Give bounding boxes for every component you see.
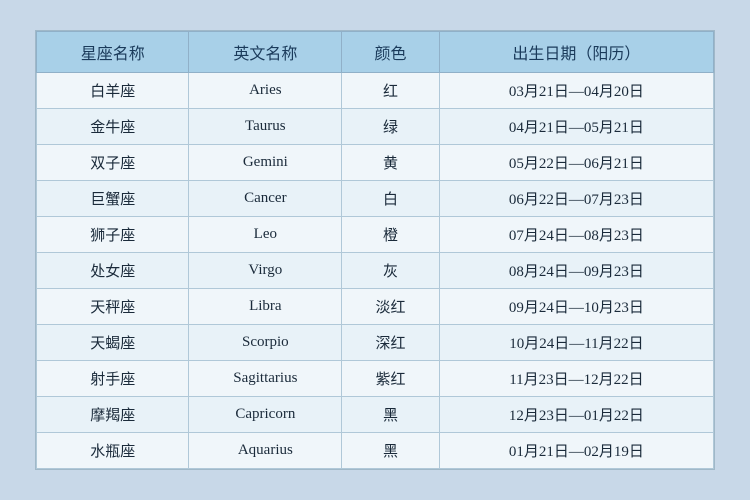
cell-dates: 05月22日—06月21日 bbox=[439, 145, 713, 181]
cell-chinese-name: 狮子座 bbox=[37, 217, 189, 253]
cell-english-name: Gemini bbox=[189, 145, 342, 181]
cell-dates: 06月22日—07月23日 bbox=[439, 181, 713, 217]
cell-english-name: Leo bbox=[189, 217, 342, 253]
header-chinese-name: 星座名称 bbox=[37, 32, 189, 73]
cell-english-name: Aquarius bbox=[189, 433, 342, 469]
zodiac-table: 星座名称 英文名称 颜色 出生日期（阳历） 白羊座Aries红03月21日—04… bbox=[36, 31, 714, 469]
cell-english-name: Libra bbox=[189, 289, 342, 325]
table-row: 摩羯座Capricorn黑12月23日—01月22日 bbox=[37, 397, 714, 433]
cell-color: 白 bbox=[342, 181, 440, 217]
cell-dates: 03月21日—04月20日 bbox=[439, 73, 713, 109]
cell-color: 红 bbox=[342, 73, 440, 109]
cell-english-name: Scorpio bbox=[189, 325, 342, 361]
cell-color: 淡红 bbox=[342, 289, 440, 325]
cell-dates: 04月21日—05月21日 bbox=[439, 109, 713, 145]
table-row: 射手座Sagittarius紫红11月23日—12月22日 bbox=[37, 361, 714, 397]
table-body: 白羊座Aries红03月21日—04月20日金牛座Taurus绿04月21日—0… bbox=[37, 73, 714, 469]
header-color: 颜色 bbox=[342, 32, 440, 73]
cell-color: 黄 bbox=[342, 145, 440, 181]
zodiac-table-container: 星座名称 英文名称 颜色 出生日期（阳历） 白羊座Aries红03月21日—04… bbox=[35, 30, 715, 470]
cell-english-name: Aries bbox=[189, 73, 342, 109]
table-row: 白羊座Aries红03月21日—04月20日 bbox=[37, 73, 714, 109]
cell-color: 绿 bbox=[342, 109, 440, 145]
cell-chinese-name: 射手座 bbox=[37, 361, 189, 397]
cell-english-name: Sagittarius bbox=[189, 361, 342, 397]
cell-english-name: Taurus bbox=[189, 109, 342, 145]
table-row: 金牛座Taurus绿04月21日—05月21日 bbox=[37, 109, 714, 145]
cell-chinese-name: 巨蟹座 bbox=[37, 181, 189, 217]
cell-chinese-name: 白羊座 bbox=[37, 73, 189, 109]
cell-dates: 08月24日—09月23日 bbox=[439, 253, 713, 289]
cell-color: 橙 bbox=[342, 217, 440, 253]
cell-dates: 11月23日—12月22日 bbox=[439, 361, 713, 397]
cell-english-name: Capricorn bbox=[189, 397, 342, 433]
cell-dates: 09月24日—10月23日 bbox=[439, 289, 713, 325]
cell-chinese-name: 金牛座 bbox=[37, 109, 189, 145]
cell-dates: 01月21日—02月19日 bbox=[439, 433, 713, 469]
cell-chinese-name: 双子座 bbox=[37, 145, 189, 181]
table-header-row: 星座名称 英文名称 颜色 出生日期（阳历） bbox=[37, 32, 714, 73]
cell-color: 灰 bbox=[342, 253, 440, 289]
cell-english-name: Cancer bbox=[189, 181, 342, 217]
cell-color: 黑 bbox=[342, 397, 440, 433]
table-row: 天秤座Libra淡红09月24日—10月23日 bbox=[37, 289, 714, 325]
header-dates: 出生日期（阳历） bbox=[439, 32, 713, 73]
cell-dates: 12月23日—01月22日 bbox=[439, 397, 713, 433]
cell-chinese-name: 处女座 bbox=[37, 253, 189, 289]
cell-color: 黑 bbox=[342, 433, 440, 469]
header-english-name: 英文名称 bbox=[189, 32, 342, 73]
cell-dates: 10月24日—11月22日 bbox=[439, 325, 713, 361]
cell-chinese-name: 天蝎座 bbox=[37, 325, 189, 361]
table-row: 处女座Virgo灰08月24日—09月23日 bbox=[37, 253, 714, 289]
table-row: 天蝎座Scorpio深红10月24日—11月22日 bbox=[37, 325, 714, 361]
cell-chinese-name: 天秤座 bbox=[37, 289, 189, 325]
table-row: 狮子座Leo橙07月24日—08月23日 bbox=[37, 217, 714, 253]
cell-color: 紫红 bbox=[342, 361, 440, 397]
table-row: 双子座Gemini黄05月22日—06月21日 bbox=[37, 145, 714, 181]
cell-chinese-name: 水瓶座 bbox=[37, 433, 189, 469]
cell-english-name: Virgo bbox=[189, 253, 342, 289]
table-row: 水瓶座Aquarius黑01月21日—02月19日 bbox=[37, 433, 714, 469]
cell-chinese-name: 摩羯座 bbox=[37, 397, 189, 433]
cell-color: 深红 bbox=[342, 325, 440, 361]
cell-dates: 07月24日—08月23日 bbox=[439, 217, 713, 253]
table-row: 巨蟹座Cancer白06月22日—07月23日 bbox=[37, 181, 714, 217]
